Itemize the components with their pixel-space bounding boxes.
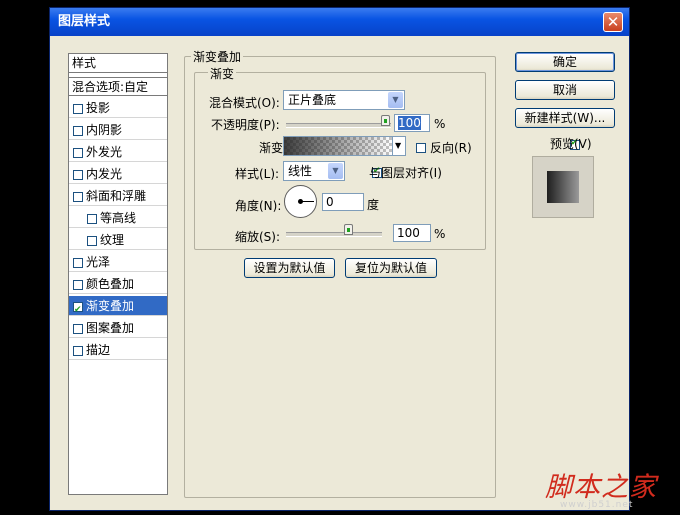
style-item-checkbox[interactable] — [73, 126, 83, 136]
opacity-input[interactable]: 100 — [394, 114, 430, 132]
style-item-checkbox[interactable] — [87, 214, 97, 224]
style-preview-thumbnail — [532, 156, 594, 218]
style-item[interactable]: 纹理 — [69, 230, 167, 250]
reset-to-default-button[interactable]: 复位为默认值 — [345, 258, 437, 278]
ok-button[interactable]: 确定 — [515, 52, 615, 72]
angle-input[interactable]: 0 — [322, 193, 364, 211]
set-as-default-button[interactable]: 设置为默认值 — [244, 258, 335, 278]
style-item-label: 等高线 — [100, 211, 137, 225]
scale-label: 缩放(S): — [235, 230, 281, 244]
style-item[interactable]: 光泽 — [69, 252, 167, 272]
gradient-inner-title: 渐变 — [208, 65, 237, 82]
preview-label[interactable]: 预览(V) — [550, 135, 592, 152]
opacity-unit: % — [434, 117, 446, 131]
angle-dial[interactable] — [284, 185, 317, 218]
style-item[interactable]: 内发光 — [69, 164, 167, 184]
dialog-title: 图层样式 — [58, 14, 111, 29]
style-item-label: 渐变叠加 — [86, 299, 135, 313]
reverse-checkbox[interactable] — [416, 143, 426, 153]
style-item-checkbox[interactable] — [73, 324, 83, 334]
scale-value: 100 — [397, 226, 420, 240]
new-style-button[interactable]: 新建样式(W)... — [515, 108, 615, 128]
style-item-label: 外发光 — [86, 145, 123, 159]
style-item-label: 颜色叠加 — [86, 277, 135, 291]
style-item-label: 描边 — [86, 343, 111, 357]
style-item-checkbox[interactable] — [73, 148, 83, 158]
style-item-checkbox[interactable] — [73, 192, 83, 202]
style-item-checkbox[interactable] — [73, 346, 83, 356]
title-bar[interactable]: 图层样式 — [50, 8, 629, 36]
close-button[interactable]: ✕ — [603, 12, 623, 32]
opacity-label: 不透明度(P): — [211, 118, 280, 132]
style-value: 线性 — [288, 164, 313, 178]
close-icon: ✕ — [606, 13, 620, 31]
style-item-label: 图案叠加 — [86, 321, 135, 335]
gradient-overlay-title: 渐变叠加 — [191, 48, 244, 65]
style-label: 样式(L): — [235, 167, 280, 181]
style-item[interactable]: 内阴影 — [69, 120, 167, 140]
scale-input[interactable]: 100 — [393, 224, 431, 242]
gradient-preview-fill — [284, 137, 392, 155]
style-item[interactable]: 投影 — [69, 98, 167, 118]
opacity-slider-handle[interactable] — [381, 115, 390, 126]
layer-style-dialog: 图层样式 ✕ 样式 混合选项:自定 投影内阴影外发光内发光斜面和浮雕等高线纹理光… — [49, 7, 630, 511]
blend-mode-label: 混合模式(O): — [209, 96, 280, 110]
style-item[interactable]: 图案叠加 — [69, 318, 167, 338]
styles-list: 样式 混合选项:自定 投影内阴影外发光内发光斜面和浮雕等高线纹理光泽颜色叠加渐变… — [68, 53, 168, 495]
style-item-label: 纹理 — [100, 233, 125, 247]
style-item-checkbox[interactable] — [73, 258, 83, 268]
gradient-swatch[interactable] — [283, 136, 393, 156]
gradient-picker-dropdown[interactable]: ▼ — [392, 136, 406, 156]
chevron-down-icon: ▼ — [328, 163, 343, 179]
style-select[interactable]: 线性 ▼ — [283, 161, 345, 181]
angle-label: 角度(N): — [235, 199, 282, 213]
chevron-down-icon: ▼ — [388, 92, 403, 108]
style-item-label: 斜面和浮雕 — [86, 189, 147, 203]
style-item-checkbox[interactable] — [73, 104, 83, 114]
style-item[interactable]: 渐变叠加 — [69, 296, 167, 320]
blending-options-item[interactable]: 混合选项:自定 — [69, 77, 167, 96]
style-item-label: 投影 — [86, 101, 111, 115]
style-item[interactable]: 斜面和浮雕 — [69, 186, 167, 206]
style-item-label: 内发光 — [86, 167, 123, 181]
align-with-layer-label[interactable]: 与图层对齐(I) — [369, 164, 442, 181]
style-item-checkbox[interactable] — [73, 170, 83, 180]
style-item-label: 光泽 — [86, 255, 111, 269]
scale-unit: % — [434, 227, 446, 241]
style-item-checkbox[interactable] — [73, 280, 83, 290]
style-item[interactable]: 外发光 — [69, 142, 167, 162]
cancel-button[interactable]: 取消 — [515, 80, 615, 100]
opacity-slider-track[interactable] — [286, 123, 391, 128]
style-item-checkbox[interactable] — [73, 300, 83, 320]
chevron-down-icon: ▼ — [395, 141, 402, 150]
scale-slider-track[interactable] — [286, 232, 382, 237]
watermark-logo: 脚本之家 — [545, 472, 657, 503]
watermark-url: www.jb51.net — [560, 500, 634, 510]
blend-mode-select[interactable]: 正片叠底 ▼ — [283, 90, 405, 110]
style-item-checkbox[interactable] — [87, 236, 97, 246]
scale-slider-handle[interactable] — [344, 224, 353, 235]
opacity-value: 100 — [398, 116, 421, 130]
reverse-label[interactable]: 反向(R) — [430, 139, 472, 156]
angle-unit: 度 — [367, 198, 380, 212]
style-item-label: 内阴影 — [86, 123, 123, 137]
angle-value: 0 — [326, 195, 334, 209]
styles-header[interactable]: 样式 — [69, 54, 167, 73]
style-item[interactable]: 等高线 — [69, 208, 167, 228]
style-item[interactable]: 颜色叠加 — [69, 274, 167, 294]
blend-mode-value: 正片叠底 — [288, 93, 337, 107]
style-item[interactable]: 描边 — [69, 340, 167, 360]
preview-swatch — [547, 171, 579, 203]
